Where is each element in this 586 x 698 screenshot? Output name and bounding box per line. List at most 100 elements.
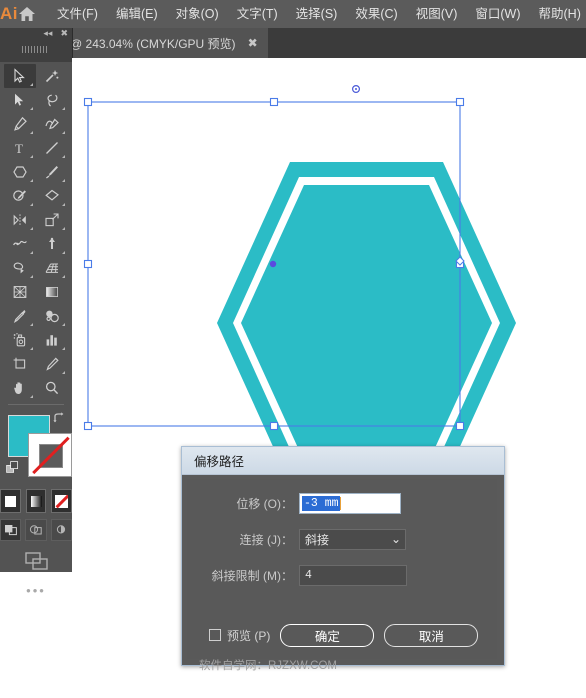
free-transform-tool[interactable] [36, 232, 68, 256]
reflect-tool[interactable] [4, 208, 36, 232]
preview-checkbox[interactable] [209, 629, 221, 641]
menu-item-view[interactable]: 视图(V) [407, 0, 467, 28]
close-icon[interactable]: ✖ [248, 37, 258, 49]
direct-selection-tool[interactable] [4, 88, 36, 112]
ok-button[interactable]: 确定 [280, 623, 375, 647]
tool-corner-marker [30, 83, 33, 86]
close-icon[interactable]: ✖ [60, 29, 68, 38]
tool-corner-marker [30, 203, 33, 206]
artboard-tool[interactable] [4, 352, 36, 376]
scale-tool[interactable] [36, 208, 68, 232]
miter-limit-value: 4 [305, 568, 312, 582]
menu-item-select[interactable]: 选择(S) [287, 0, 347, 28]
menu-item-file[interactable]: 文件(F) [48, 0, 107, 28]
menu-item-help[interactable]: 帮助(H) [530, 0, 586, 28]
width-tool[interactable] [4, 232, 36, 256]
default-fill-stroke-icon[interactable] [6, 461, 21, 481]
preview-label: 预览 (P) [227, 628, 271, 643]
offset-label: 位移 (O)： [236, 496, 293, 511]
none-slash-icon [29, 434, 71, 476]
tool-corner-marker [30, 179, 33, 182]
stroke-swatch[interactable] [28, 433, 72, 477]
menu-item-edit[interactable]: 编辑(E) [107, 0, 167, 28]
tool-corner-marker [30, 323, 33, 326]
tool-corner-marker [30, 131, 33, 134]
preview-checkbox-wrap[interactable]: 预览 (P) [209, 627, 270, 644]
draw-behind-button[interactable] [25, 519, 47, 541]
color-mode-row [0, 489, 73, 513]
offset-path-dialog[interactable]: 偏移路径 位移 (O)： -3 mm 连接 (J)： 斜接 ⌄ 斜接限制 (M)… [181, 446, 505, 672]
magic-wand-tool[interactable] [36, 64, 68, 88]
tools-panel: T ••• [0, 62, 73, 598]
curvature-tool[interactable] [36, 112, 68, 136]
tool-corner-marker [30, 347, 33, 350]
draw-normal-button[interactable] [0, 519, 22, 541]
tool-grid: T [0, 62, 72, 400]
dialog-title: 偏移路径 [182, 447, 504, 475]
column-graph-tool[interactable] [36, 328, 68, 352]
tool-corner-marker [62, 251, 65, 254]
gradient-button[interactable] [25, 489, 47, 513]
tool-corner-marker [62, 203, 65, 206]
toolbar-divider [8, 404, 64, 405]
tool-corner-marker [62, 275, 65, 278]
tool-corner-marker [62, 227, 65, 230]
offset-input[interactable]: -3 mm [299, 492, 401, 514]
panel-grip[interactable] [22, 46, 48, 53]
offset-input-value: -3 mm [302, 495, 340, 511]
zoom-tool[interactable] [36, 376, 68, 400]
swap-fill-stroke-icon[interactable] [52, 411, 66, 430]
chevron-down-icon: ⌄ [390, 532, 401, 546]
gradient-tool[interactable] [36, 280, 68, 304]
menu-item-effect[interactable]: 效果(C) [346, 0, 406, 28]
shape-builder-tool[interactable] [4, 256, 36, 280]
edit-toolbar-icon[interactable]: ••• [0, 583, 72, 598]
drawing-mode-row [0, 519, 72, 541]
panel-stub-controls: ◂◂ ✖ [43, 29, 68, 38]
pen-tool[interactable] [4, 112, 36, 136]
slice-tool[interactable] [36, 352, 68, 376]
miter-limit-row: 斜接限制 (M)： 4 [187, 563, 497, 587]
home-icon[interactable] [18, 0, 36, 28]
miter-limit-input[interactable]: 4 [299, 564, 407, 586]
offset-row: 位移 (O)： -3 mm [187, 491, 497, 515]
collapse-icon[interactable]: ◂◂ [43, 29, 52, 38]
menu-item-window[interactable]: 窗口(W) [466, 0, 529, 28]
joins-select[interactable]: 斜接 ⌄ [299, 528, 406, 550]
eraser-tool[interactable] [36, 184, 68, 208]
menu-item-object[interactable]: 对象(O) [167, 0, 228, 28]
cancel-button[interactable]: 取消 [384, 623, 479, 647]
tool-corner-marker [30, 227, 33, 230]
dialog-body: 位移 (O)： -3 mm 连接 (J)： 斜接 ⌄ 斜接限制 (M)： 4 预… [187, 479, 497, 672]
lasso-tool[interactable] [36, 88, 68, 112]
tool-corner-marker [30, 107, 33, 110]
menu-item-type[interactable]: 文字(T) [228, 0, 287, 28]
selection-tool[interactable] [4, 64, 36, 88]
shape-tool[interactable] [4, 160, 36, 184]
type-tool[interactable]: T [4, 136, 36, 160]
shaper-tool[interactable] [4, 184, 36, 208]
draw-inside-button[interactable] [50, 519, 72, 541]
line-segment-tool[interactable] [36, 136, 68, 160]
center-anchor-point [269, 260, 277, 268]
paintbrush-tool[interactable] [36, 160, 68, 184]
blend-tool[interactable] [36, 304, 68, 328]
miter-limit-label: 斜接限制 (M)： [211, 568, 293, 583]
dialog-button-row: 预览 (P) 确定 取消 [187, 619, 497, 651]
screen-mode-button[interactable] [0, 549, 72, 573]
tool-corner-marker [30, 275, 33, 278]
app-logo: Ai [0, 4, 18, 23]
tab-bar: @ 243.04% (CMYK/GPU 预览) ✖ [0, 28, 586, 58]
symbol-sprayer-tool[interactable] [4, 328, 36, 352]
document-tab[interactable]: @ 243.04% (CMYK/GPU 预览) ✖ [62, 28, 268, 58]
none-button[interactable] [51, 489, 73, 513]
color-button[interactable] [0, 489, 21, 513]
tool-corner-marker [62, 131, 65, 134]
pointer-circle-dot [355, 88, 357, 90]
text-caret [339, 496, 341, 510]
hand-tool[interactable] [4, 376, 36, 400]
mesh-tool[interactable] [4, 280, 36, 304]
eyedropper-tool[interactable] [4, 304, 36, 328]
tool-corner-marker [62, 107, 65, 110]
perspective-grid-tool[interactable] [36, 256, 68, 280]
